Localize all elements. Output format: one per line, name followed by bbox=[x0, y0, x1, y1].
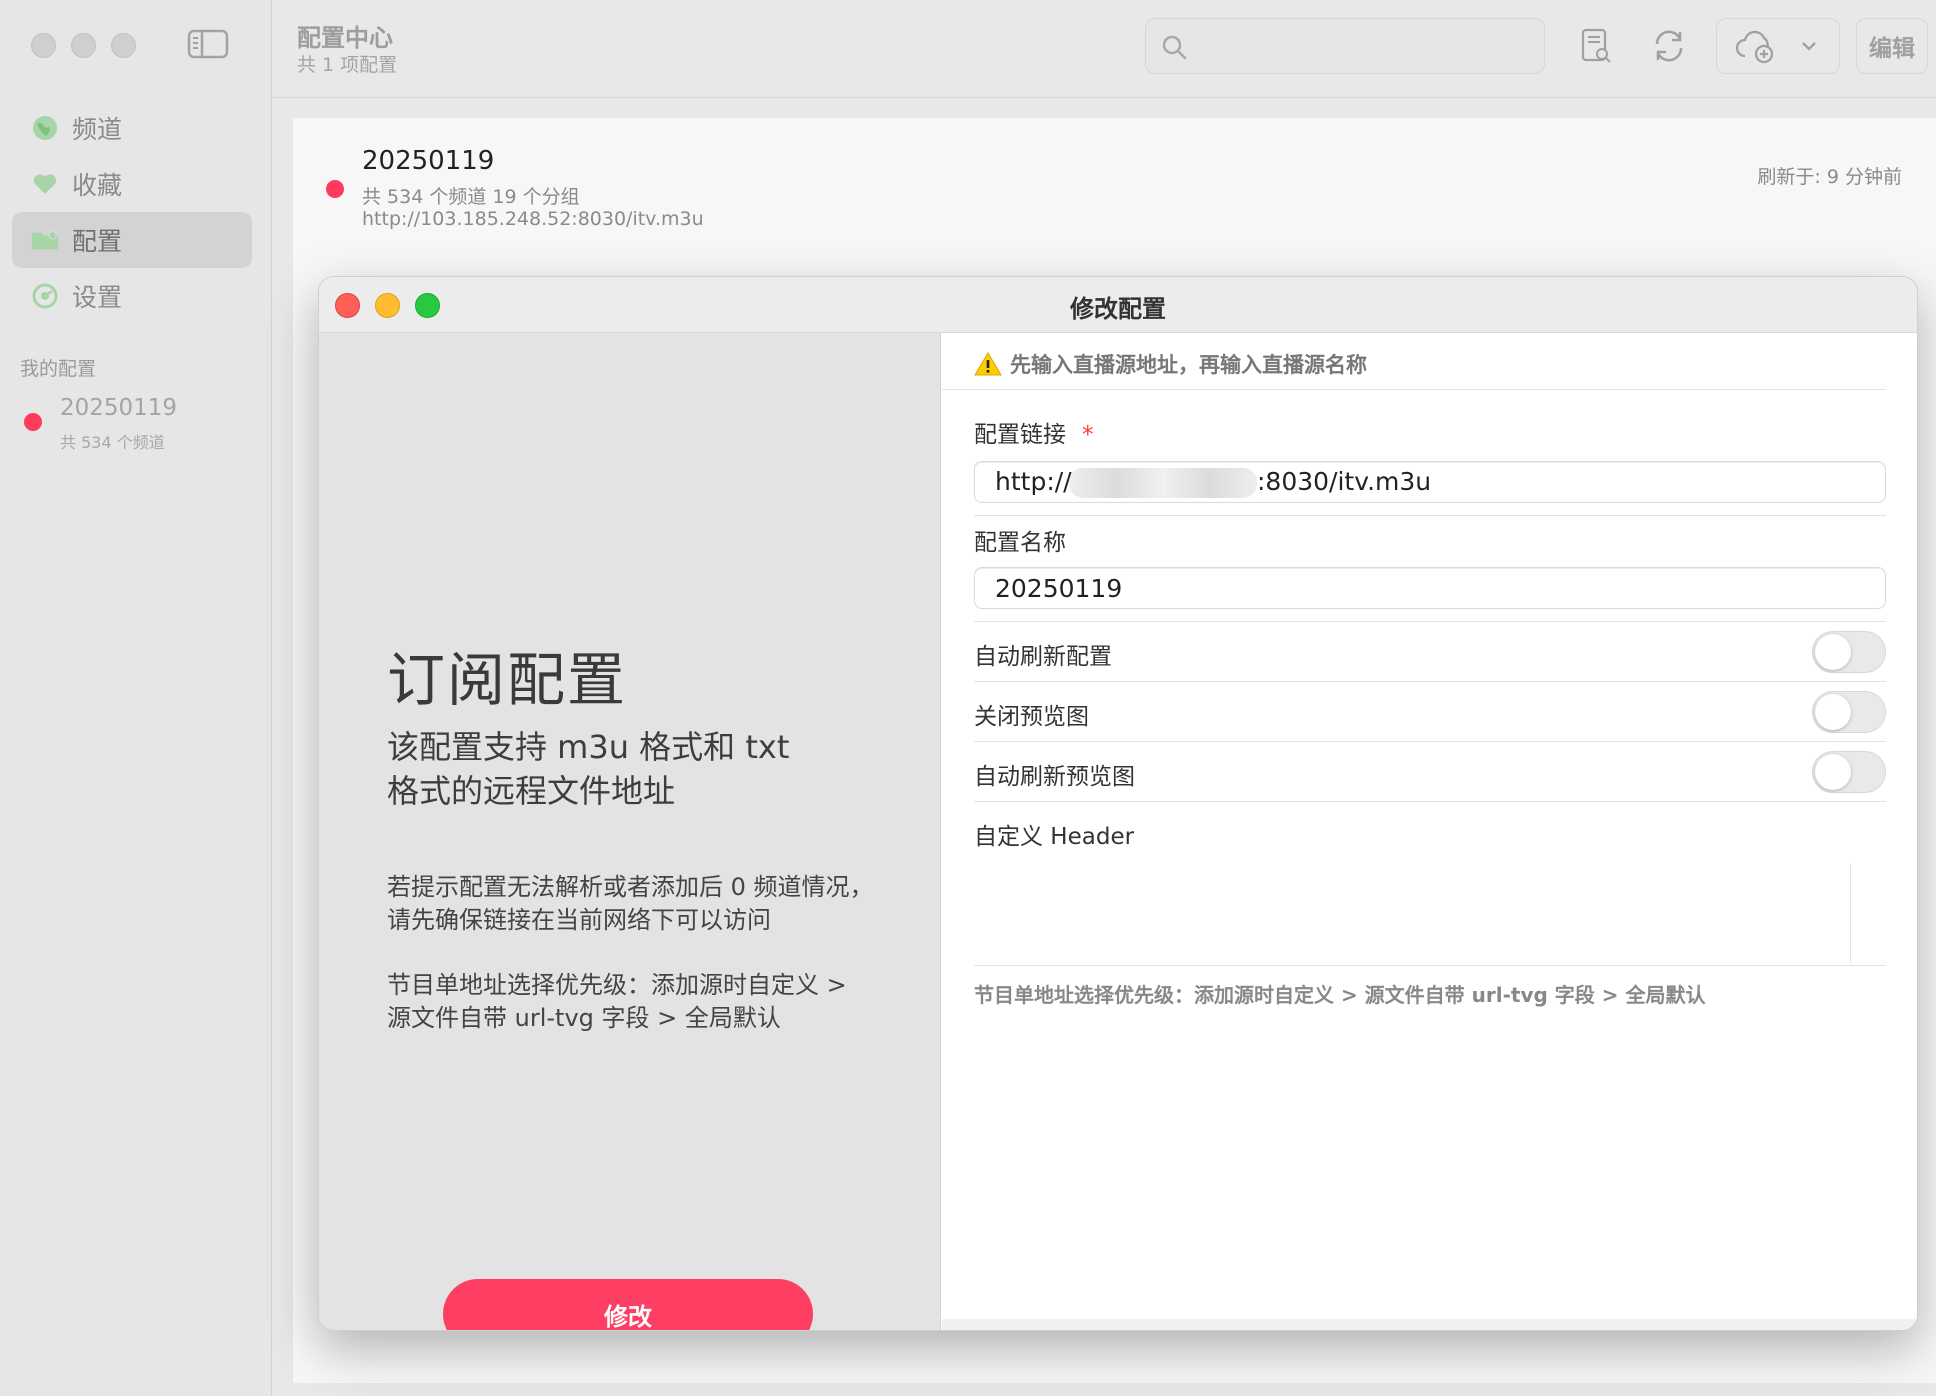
sidebar-nav: 频道 收藏 配置 设置 bbox=[12, 100, 252, 324]
divider bbox=[974, 681, 1886, 682]
disable-preview-switch[interactable] bbox=[1812, 691, 1886, 733]
dialog-bottom-bar bbox=[942, 1319, 1917, 1330]
warning-banner: 先输入直播源地址，再输入直播源名称 bbox=[974, 349, 1367, 379]
minimize-window-button[interactable] bbox=[71, 33, 96, 58]
header-scrollbar[interactable] bbox=[1850, 863, 1851, 963]
refresh-time: 刷新于: 9 分钟前 bbox=[1757, 166, 1902, 188]
list-item[interactable]: 20250119 共 534 个频道 19 个分组 http://103.185… bbox=[293, 118, 1936, 248]
warning-text: 先输入直播源地址，再输入直播源名称 bbox=[1010, 353, 1367, 377]
my-configs-section-title: 我的配置 bbox=[20, 358, 97, 380]
sidebar-item-favorites[interactable]: 收藏 bbox=[12, 156, 252, 212]
refresh-button[interactable] bbox=[1639, 18, 1699, 74]
page-title: 配置中心 bbox=[297, 24, 393, 52]
divider bbox=[974, 741, 1886, 742]
sidebar-item-channels[interactable]: 频道 bbox=[12, 100, 252, 156]
add-config-menu[interactable] bbox=[1716, 18, 1840, 74]
toggle-auto-refresh-preview: 自动刷新预览图 bbox=[974, 743, 1886, 801]
config-url: http://103.185.248.52:8030/itv.m3u bbox=[362, 208, 704, 230]
header-label: 自定义 Header bbox=[974, 824, 1135, 850]
switch-knob bbox=[1815, 694, 1851, 730]
config-name: 20250119 bbox=[60, 395, 178, 421]
config-link-value[interactable]: http:// :8030/itv.m3u bbox=[995, 467, 1431, 496]
info-heading: 订阅配置 bbox=[387, 646, 628, 714]
link-suffix: :8030/itv.m3u bbox=[1257, 467, 1432, 496]
auto-refresh-config-switch[interactable] bbox=[1812, 631, 1886, 673]
dialog-titlebar: 修改配置 bbox=[319, 277, 1917, 333]
log-button[interactable] bbox=[1567, 18, 1623, 74]
sidebar-item-label: 频道 bbox=[72, 115, 123, 144]
chevron-down-icon[interactable] bbox=[1799, 39, 1819, 53]
config-channel-count: 共 534 个频道 bbox=[60, 433, 165, 452]
name-label: 配置名称 bbox=[974, 530, 1066, 556]
sidebar-item-label: 设置 bbox=[72, 283, 123, 312]
refresh-icon bbox=[1655, 30, 1683, 62]
sidebar-item-label: 收藏 bbox=[72, 171, 123, 200]
gear-icon bbox=[30, 281, 60, 311]
cloud-add-icon bbox=[1735, 30, 1774, 64]
sidebar-toggle-icon[interactable] bbox=[187, 28, 229, 60]
toggle-label: 自动刷新配置 bbox=[974, 644, 1112, 670]
divider bbox=[974, 515, 1886, 516]
heart-icon bbox=[30, 169, 60, 199]
toggle-label: 关闭预览图 bbox=[974, 704, 1089, 730]
info-paragraph-parse: 若提示配置无法解析或者添加后 0 频道情况，请先确保链接在当前网络下可以访问 bbox=[387, 873, 874, 934]
link-label-text: 配置链接 bbox=[974, 422, 1066, 448]
required-mark: * bbox=[1082, 422, 1094, 448]
folder-icon bbox=[30, 225, 60, 255]
edit-button[interactable]: 编辑 bbox=[1856, 18, 1928, 74]
status-dot bbox=[326, 180, 344, 198]
redacted-host-blur bbox=[1069, 468, 1257, 498]
custom-header-input[interactable] bbox=[974, 861, 1886, 961]
search-box[interactable] bbox=[1145, 18, 1545, 74]
info-paragraph-epg: 节目单地址选择优先级：添加源时自定义 > 源文件自带 url-tvg 字段 > … bbox=[387, 971, 847, 1032]
sidebar-item-configs[interactable]: 配置 bbox=[12, 212, 252, 268]
dialog-info-pane: 订阅配置 该配置支持 m3u 格式和 txt 格式的远程文件地址 若提示配置无法… bbox=[319, 333, 941, 1330]
config-stats: 共 534 个频道 19 个分组 bbox=[362, 186, 580, 208]
status-dot bbox=[24, 413, 42, 431]
dialog-title: 修改配置 bbox=[1070, 295, 1166, 323]
document-search-icon bbox=[1581, 28, 1611, 63]
close-window-button[interactable] bbox=[31, 33, 56, 58]
toolbar: 配置中心 共 1 项配置 编辑 bbox=[273, 0, 1936, 98]
zoom-window-button[interactable] bbox=[111, 33, 136, 58]
window-controls bbox=[31, 33, 136, 58]
switch-knob bbox=[1815, 634, 1851, 670]
toggle-disable-preview: 关闭预览图 bbox=[974, 683, 1886, 741]
toggle-auto-refresh-config: 自动刷新配置 bbox=[974, 623, 1886, 681]
auto-refresh-preview-switch[interactable] bbox=[1812, 751, 1886, 793]
search-icon bbox=[1160, 33, 1188, 61]
sidebar-item-label: 配置 bbox=[72, 227, 123, 256]
divider bbox=[974, 965, 1886, 966]
search-input[interactable] bbox=[1198, 27, 1528, 65]
config-link-field[interactable]: http:// :8030/itv.m3u bbox=[974, 461, 1886, 503]
page-subtitle: 共 1 项配置 bbox=[297, 54, 398, 76]
epg-priority-note: 节目单地址选择优先级：添加源时自定义 > 源文件自带 url-tvg 字段 > … bbox=[974, 983, 1706, 1007]
divider bbox=[974, 801, 1886, 802]
toggle-label: 自动刷新预览图 bbox=[974, 764, 1135, 790]
divider bbox=[974, 621, 1886, 622]
divider bbox=[942, 389, 1886, 390]
link-label: 配置链接 * bbox=[974, 415, 1094, 449]
config-name-field[interactable] bbox=[974, 567, 1886, 609]
edit-config-dialog: 修改配置 订阅配置 该配置支持 m3u 格式和 txt 格式的远程文件地址 若提… bbox=[318, 276, 1918, 1331]
sidebar-item-settings[interactable]: 设置 bbox=[12, 268, 252, 324]
modify-button[interactable]: 修改 bbox=[443, 1279, 813, 1330]
dialog-form-pane: 先输入直播源地址，再输入直播源名称 配置链接 * http:// :8030/it… bbox=[942, 333, 1917, 1330]
link-prefix: http:// bbox=[995, 467, 1072, 496]
config-name-input[interactable] bbox=[975, 568, 1885, 608]
switch-knob bbox=[1815, 754, 1851, 790]
globe-icon bbox=[30, 113, 60, 143]
sidebar: 频道 收藏 配置 设置 我的配置 20250119 共 534 个频道 bbox=[0, 0, 272, 1396]
config-name: 20250119 bbox=[362, 146, 495, 176]
warning-icon bbox=[974, 352, 1002, 376]
info-subheading: 该配置支持 m3u 格式和 txt 格式的远程文件地址 bbox=[387, 728, 790, 810]
